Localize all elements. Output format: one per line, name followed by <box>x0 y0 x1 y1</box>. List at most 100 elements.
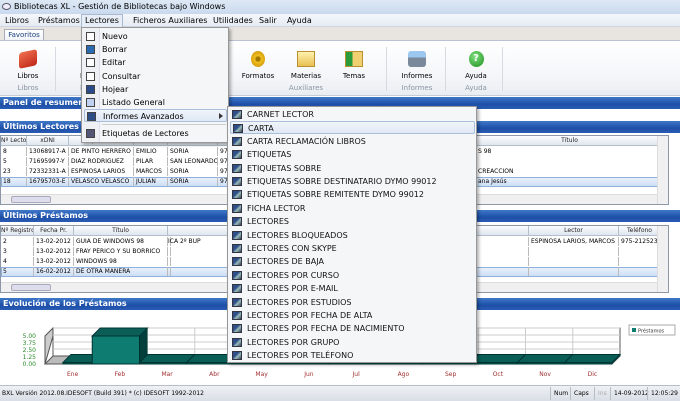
submenu-item[interactable]: LECTORES <box>230 215 475 228</box>
submenu-item[interactable]: ETIQUETAS SOBRE <box>230 162 475 175</box>
scroll-thumb[interactable] <box>11 284 51 291</box>
menu-ficheros-auxiliares[interactable]: Ficheros Auxiliares <box>130 15 210 26</box>
table-cell[interactable] <box>619 257 661 266</box>
submenu-item[interactable]: LECTORES POR TELÉFONO <box>230 349 475 362</box>
ribbon-button-informes[interactable]: Informes <box>395 51 439 80</box>
submenu-item[interactable]: LECTORES POR FECHA DE NACIMIENTO <box>230 322 475 335</box>
menu-item-etiquetas-de-lectores[interactable]: Etiquetas de Lectores <box>84 127 227 140</box>
ribbon-button-formatos[interactable]: Formatos <box>236 51 280 80</box>
submenu-item[interactable]: ETIQUETAS SOBRE REMITENTE DYMO 99012 <box>230 188 475 201</box>
table-cell[interactable]: SORIA <box>168 177 218 186</box>
column-header[interactable]: xDNI <box>27 136 69 146</box>
submenu-item[interactable]: LECTORES POR CURSO <box>230 269 475 282</box>
table-cell[interactable] <box>619 267 661 276</box>
table-cell[interactable]: ESPINOSA LARIOS, MARCOS <box>529 237 619 246</box>
menu-ayuda[interactable]: Ayuda <box>284 15 315 26</box>
table-cell[interactable]: DIAZ RODRIGUEZ <box>69 157 134 166</box>
table-cell[interactable]: 5 <box>1 267 34 276</box>
menu-item-listado-general[interactable]: Listado General <box>84 96 227 109</box>
table-cell[interactable]: 8 <box>1 147 27 156</box>
menu-lectores[interactable]: Lectores <box>81 14 123 28</box>
submenu-item[interactable]: LECTORES DE BAJA <box>230 255 475 268</box>
table-cell[interactable] <box>529 257 619 266</box>
ribbon-button-ayuda[interactable]: ? Ayuda <box>454 51 498 80</box>
submenu-item[interactable]: CARTA <box>230 121 475 135</box>
column-header[interactable]: Título <box>476 136 664 146</box>
menu-item-hojear[interactable]: Hojear <box>84 83 227 96</box>
table-cell[interactable]: JULIAN <box>134 177 168 186</box>
table-cell[interactable] <box>476 157 664 166</box>
table-cell[interactable]: WINDOWS 98 <box>74 257 168 266</box>
scroll-thumb[interactable] <box>11 196 51 203</box>
table-cell[interactable]: S 98 <box>476 147 664 156</box>
ribbon-button-libros[interactable]: Libros <box>6 49 50 80</box>
submenu-item-label: LECTORES POR FECHA DE NACIMIENTO <box>247 324 405 334</box>
table-cell[interactable] <box>529 247 619 256</box>
menu-item-editar[interactable]: Editar <box>84 56 227 69</box>
table-cell[interactable]: 23 <box>1 167 27 176</box>
table-cell[interactable]: 72332331-A <box>27 167 69 176</box>
table-cell[interactable]: 13-02-2012 <box>34 237 74 246</box>
submenu-item[interactable]: ETIQUETAS <box>230 148 475 161</box>
submenu-item[interactable]: CARTA RECLAMACIÓN LIBROS <box>230 135 475 148</box>
menu-utilidades[interactable]: Utilidades <box>210 15 256 26</box>
table-cell[interactable]: DE PINTO HERRERO <box>69 147 134 156</box>
menu-item-consultar[interactable]: Consultar <box>84 70 227 83</box>
table-cell[interactable]: 2 <box>1 237 34 246</box>
submenu-item[interactable]: LECTORES BLOQUEADOS <box>230 229 475 242</box>
submenu-item[interactable]: LECTORES CON SKYPE <box>230 242 475 255</box>
submenu-item[interactable]: LECTORES POR ESTUDIOS <box>230 296 475 309</box>
submenu-item[interactable]: LECTORES POR E-MAIL <box>230 282 475 295</box>
table-cell[interactable]: SORIA <box>168 167 218 176</box>
table-cell[interactable]: 18 <box>1 177 27 186</box>
table-cell[interactable]: 16-02-2012 <box>34 267 74 276</box>
menu-salir[interactable]: Salir <box>256 15 280 26</box>
table-cell[interactable] <box>529 267 619 276</box>
submenu-item[interactable]: CARNET LECTOR <box>230 108 475 121</box>
menu-item-nuevo[interactable]: Nuevo <box>84 30 227 43</box>
ribbon-button-temas[interactable]: Temas <box>332 51 376 80</box>
menu-prestamos[interactable]: Préstamos <box>35 15 83 26</box>
table-cell[interactable]: 71695997-Y <box>27 157 69 166</box>
table-cell[interactable]: 13068917-A <box>27 147 69 156</box>
menu-libros[interactable]: Libros <box>2 15 32 26</box>
table-cell[interactable]: 975-212523 <box>619 237 661 246</box>
column-header[interactable]: Teléfono <box>619 226 661 236</box>
table-cell[interactable]: 13-02-2012 <box>34 247 74 256</box>
table-cell[interactable]: GUIA DE WINDOWS 98 <box>74 237 168 246</box>
ribbon-button-materias[interactable]: Materias <box>284 51 328 80</box>
table-cell[interactable]: 13-02-2012 <box>34 257 74 266</box>
table-cell[interactable]: MARCOS <box>134 167 168 176</box>
submenu-item[interactable]: ETIQUETAS SOBRE DESTINATARIO DYMO 99012 <box>230 175 475 188</box>
menu-item-informes-avanzados[interactable]: Informes Avanzados <box>84 109 227 123</box>
table-cell[interactable]: 5 <box>1 157 27 166</box>
table-cell[interactable]: FRAY PERICO Y SU BORRICO <box>74 247 168 256</box>
column-header[interactable]: Nº Registro <box>1 226 34 236</box>
table-cell[interactable]: ana Jesús <box>476 177 664 186</box>
table-cell[interactable]: SAN LEONARDO <box>168 157 218 166</box>
column-header[interactable]: Nº Lector <box>1 136 27 146</box>
submenu-item[interactable]: FICHA LECTOR <box>230 202 475 215</box>
submenu-item[interactable]: LECTORES POR GRUPO <box>230 336 475 349</box>
table-cell[interactable]: DE OTRA MANERA <box>74 267 168 276</box>
table-cell[interactable] <box>619 247 661 256</box>
table-cell[interactable]: EMILIO <box>134 147 168 156</box>
table-cell[interactable]: 4 <box>1 257 34 266</box>
table-cell[interactable]: SORIA <box>168 147 218 156</box>
menu-item-borrar[interactable]: Borrar <box>84 43 227 56</box>
column-header[interactable]: Fecha Pr. <box>34 226 74 236</box>
table-cell[interactable]: ESPINOSA LARIOS <box>69 167 134 176</box>
table-cell[interactable]: CREACCION <box>476 167 664 176</box>
vertical-scrollbar[interactable] <box>657 226 668 292</box>
table-cell[interactable]: PILAR <box>134 157 168 166</box>
submenu-item[interactable]: LECTORES POR FECHA DE ALTA <box>230 309 475 322</box>
report-icon <box>232 136 242 146</box>
table-cell[interactable]: VELASCO VELASCO <box>69 177 134 186</box>
vertical-scrollbar[interactable] <box>657 136 668 204</box>
table-cell[interactable]: 16795703-E <box>27 177 69 186</box>
column-header[interactable]: Título <box>74 226 168 236</box>
new-icon <box>86 32 95 41</box>
table-cell[interactable]: 3 <box>1 247 34 256</box>
column-header[interactable]: Lector <box>529 226 619 236</box>
menu-item-label: Borrar <box>102 45 128 55</box>
